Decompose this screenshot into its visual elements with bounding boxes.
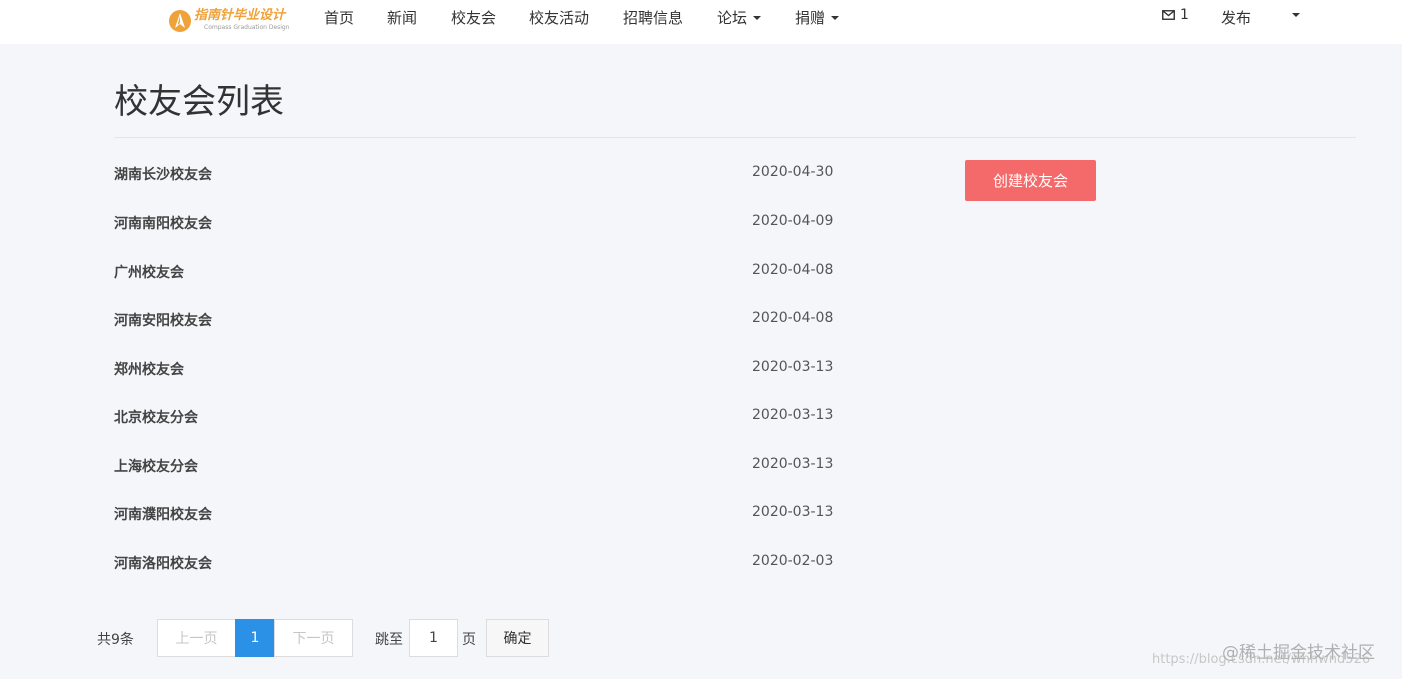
site-logo[interactable]: 指南针毕业设计 Compass Graduation Design — [168, 6, 290, 36]
association-date: 2020-03-13 — [752, 359, 834, 375]
association-date: 2020-04-08 — [752, 310, 834, 326]
association-name[interactable]: 河南南阳校友会 — [114, 213, 212, 233]
association-name[interactable]: 北京校友分会 — [114, 407, 198, 427]
jump-page-input[interactable] — [409, 619, 458, 657]
page-unit-label: 页 — [462, 632, 476, 648]
logo-text: 指南针毕业设计 — [194, 8, 286, 23]
publish-link[interactable]: 发布 — [1221, 7, 1251, 28]
association-name[interactable]: 郑州校友会 — [114, 359, 184, 379]
mail-count: 1 — [1180, 7, 1189, 23]
list-item[interactable]: 河南洛阳校友会 2020-02-03 — [114, 553, 834, 573]
jump-to-label: 跳至 — [375, 632, 403, 648]
user-menu-caret-icon[interactable] — [1292, 13, 1300, 17]
association-date: 2020-04-30 — [752, 164, 834, 180]
association-date: 2020-04-09 — [752, 213, 834, 229]
nav-recruitment[interactable]: 招聘信息 — [623, 7, 683, 28]
logo-text-block: 指南针毕业设计 Compass Graduation Design — [194, 8, 290, 32]
list-item[interactable]: 北京校友分会 2020-03-13 — [114, 407, 834, 427]
nav-forum-label: 论坛 — [717, 9, 748, 27]
list-item[interactable]: 广州校友会 2020-04-08 — [114, 262, 834, 282]
list-item[interactable]: 河南南阳校友会 2020-04-09 — [114, 213, 834, 233]
association-name[interactable]: 河南安阳校友会 — [114, 310, 212, 330]
nav-alumni-association[interactable]: 校友会 — [451, 7, 496, 28]
list-item[interactable]: 河南安阳校友会 2020-04-08 — [114, 310, 834, 330]
list-item[interactable]: 湖南长沙校友会 2020-04-30 — [114, 164, 834, 184]
association-name[interactable]: 河南濮阳校友会 — [114, 504, 212, 524]
page-number-button[interactable]: 1 — [235, 619, 275, 657]
title-divider — [114, 137, 1356, 138]
association-name[interactable]: 湖南长沙校友会 — [114, 164, 212, 184]
nav-news[interactable]: 新闻 — [387, 7, 417, 28]
create-association-button[interactable]: 创建校友会 — [965, 160, 1096, 201]
nav-home[interactable]: 首页 — [324, 7, 354, 28]
page-title: 校友会列表 — [114, 82, 284, 122]
caret-down-icon — [753, 15, 762, 20]
association-date: 2020-04-08 — [752, 262, 834, 278]
list-item[interactable]: 郑州校友会 2020-03-13 — [114, 359, 834, 379]
association-name[interactable]: 上海校友分会 — [114, 456, 198, 476]
logo-subtext: Compass Graduation Design — [204, 24, 290, 31]
nav-alumni-activities[interactable]: 校友活动 — [529, 7, 589, 28]
association-date: 2020-03-13 — [752, 456, 834, 472]
association-name[interactable]: 广州校友会 — [114, 262, 184, 282]
next-page-button[interactable]: 下一页 — [274, 619, 353, 657]
association-date: 2020-03-13 — [752, 504, 834, 520]
list-item[interactable]: 上海校友分会 2020-03-13 — [114, 456, 834, 476]
nav-forum[interactable]: 论坛 — [717, 7, 762, 28]
association-name[interactable]: 河南洛阳校友会 — [114, 553, 212, 573]
logo-compass-icon — [169, 10, 191, 32]
list-item[interactable]: 河南濮阳校友会 2020-03-13 — [114, 504, 834, 524]
nav-donation-label: 捐赠 — [795, 9, 826, 27]
mail-icon — [1162, 10, 1175, 20]
association-date: 2020-03-13 — [752, 407, 834, 423]
nav-donation[interactable]: 捐赠 — [795, 7, 840, 28]
caret-down-icon — [831, 15, 840, 20]
mail-link[interactable]: 1 — [1162, 7, 1189, 23]
watermark-text: @稀土掘金技术社区 — [1222, 643, 1375, 663]
association-date: 2020-02-03 — [752, 553, 834, 569]
top-navbar: 指南针毕业设计 Compass Graduation Design 首页 新闻 … — [0, 0, 1402, 44]
prev-page-button[interactable]: 上一页 — [157, 619, 236, 657]
confirm-jump-button[interactable]: 确定 — [486, 619, 549, 657]
total-count: 共9条 — [97, 632, 134, 648]
